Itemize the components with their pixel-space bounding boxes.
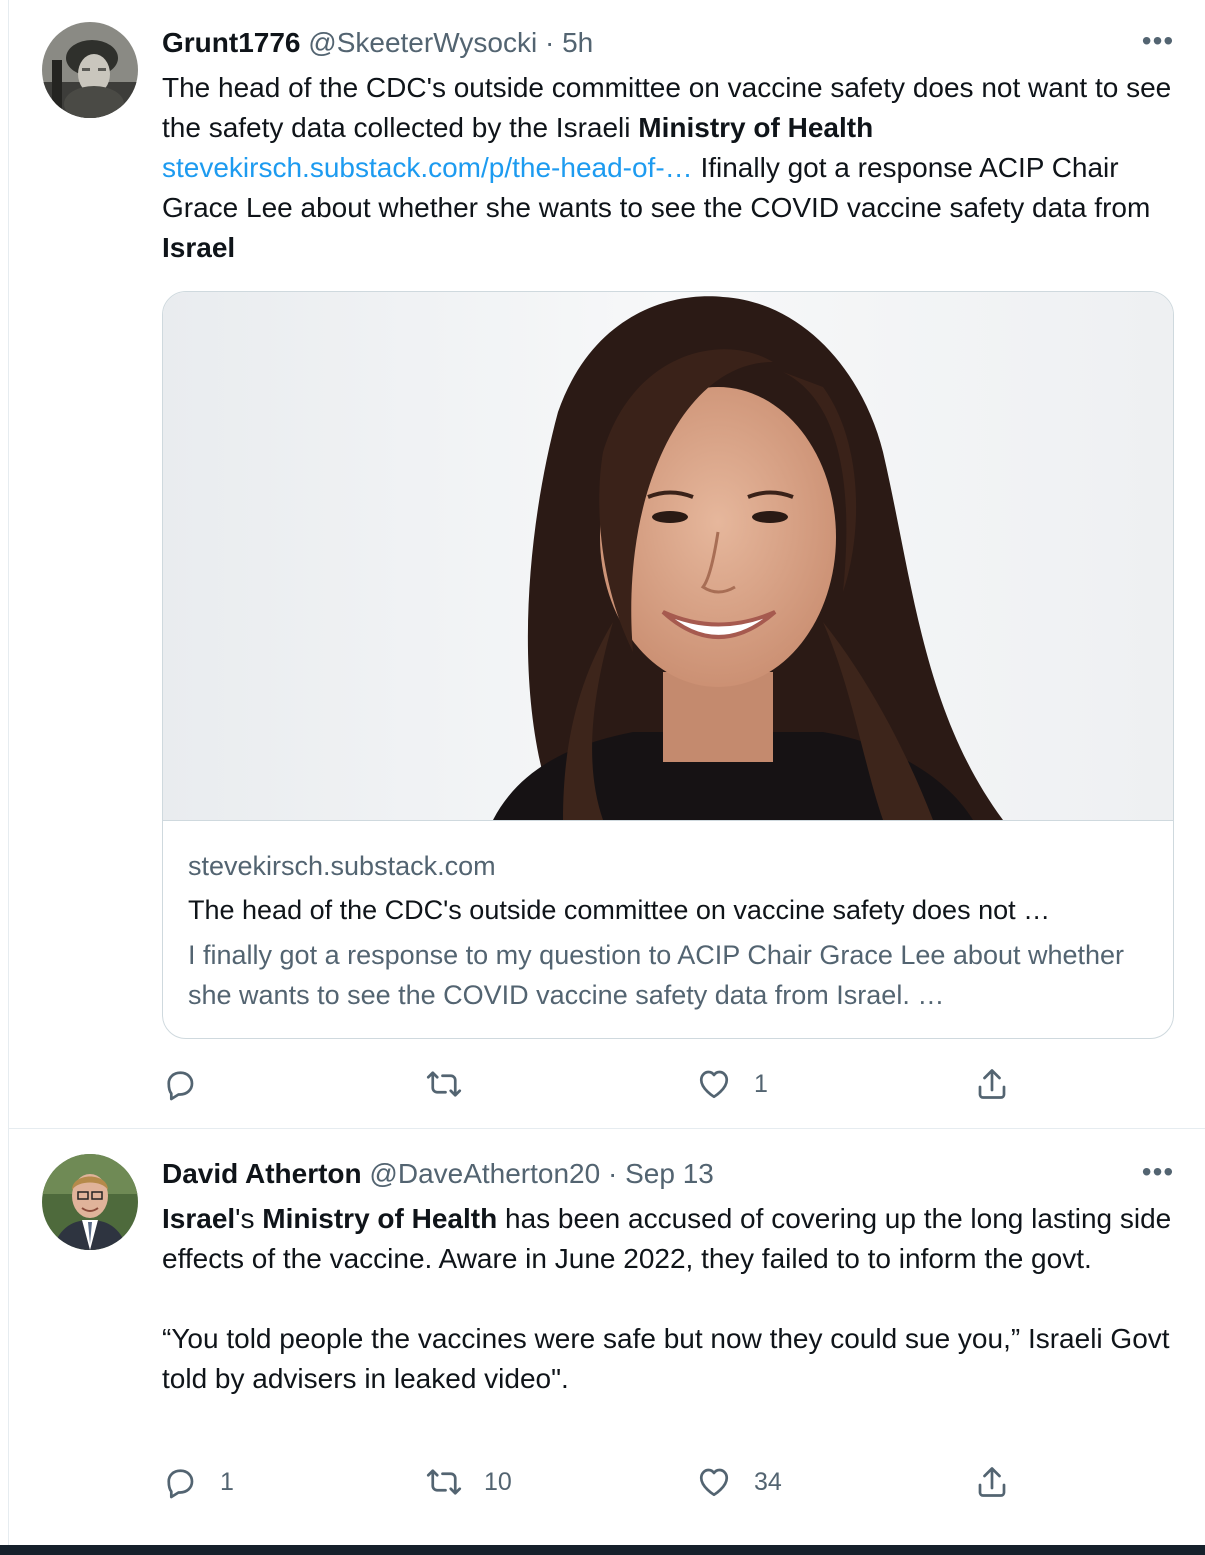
tweet-text: The head of the CDC's outside committee … <box>162 68 1172 268</box>
like-button[interactable]: 34 <box>696 1462 782 1502</box>
tweet-header: David Atherton @DaveAtherton20 · Sep 13 <box>162 1157 714 1191</box>
tweet-link[interactable]: stevekirsch.substack.com/p/the-head-of-… <box>162 152 693 183</box>
tweet-text-bold: Ministry of Health <box>262 1203 498 1234</box>
reply-button[interactable] <box>162 1064 220 1104</box>
more-options-icon[interactable]: ••• <box>1138 26 1178 56</box>
tweet[interactable]: David Atherton @DaveAtherton20 · Sep 13 … <box>9 1129 1205 1545</box>
tweet-text: Israel's Ministry of Health has been acc… <box>162 1199 1172 1399</box>
tweet-text-bold: Ministry of Health <box>638 112 874 143</box>
card-domain: stevekirsch.substack.com <box>188 851 496 881</box>
card-title: The head of the CDC's outside committee … <box>188 895 1051 925</box>
card-image[interactable] <box>163 292 1173 821</box>
share-icon <box>978 1467 1006 1497</box>
like-button[interactable]: 1 <box>696 1064 768 1104</box>
separator: · <box>607 1158 618 1189</box>
avatar-soldier-photo <box>42 22 138 118</box>
tweet-text-bold: Israel <box>162 1203 236 1234</box>
like-count: 1 <box>754 1069 768 1098</box>
share-button[interactable] <box>974 1462 1010 1502</box>
retweet-count: 10 <box>484 1467 512 1496</box>
card-description: I finally got a response to my question … <box>188 940 1125 1010</box>
user-handle[interactable]: @DaveAtherton20 <box>369 1158 600 1189</box>
display-name[interactable]: David Atherton <box>162 1158 362 1189</box>
reply-icon <box>167 1071 194 1101</box>
avatar[interactable] <box>42 1154 138 1250</box>
retweet-icon <box>426 1071 462 1097</box>
tweet-text-bold: Israel <box>162 232 236 263</box>
separator: · <box>544 27 555 58</box>
heart-icon <box>699 1070 729 1099</box>
share-icon <box>978 1069 1006 1099</box>
user-handle[interactable]: @SkeeterWysocki <box>308 27 537 58</box>
tweet-actions: 1 10 34 <box>162 1462 1042 1502</box>
tweet-quote-paragraph: “You told people the vaccines were safe … <box>162 1323 1170 1394</box>
like-count: 34 <box>754 1467 782 1496</box>
timestamp[interactable]: Sep 13 <box>625 1158 714 1189</box>
tweet[interactable]: Grunt1776 @SkeeterWysocki · 5h ••• The h… <box>9 0 1205 1129</box>
timeline-feed: Grunt1776 @SkeeterWysocki · 5h ••• The h… <box>8 0 1205 1545</box>
avatar[interactable] <box>42 22 138 118</box>
reply-button[interactable]: 1 <box>162 1462 234 1502</box>
bottom-bar <box>0 1545 1205 1555</box>
timestamp[interactable]: 5h <box>562 27 593 58</box>
heart-icon <box>699 1468 729 1497</box>
tweet-header: Grunt1776 @SkeeterWysocki · 5h <box>162 26 593 60</box>
share-button[interactable] <box>974 1064 1010 1104</box>
retweet-icon <box>426 1469 462 1495</box>
retweet-button[interactable]: 10 <box>426 1462 512 1502</box>
retweet-button[interactable] <box>426 1064 484 1104</box>
tweet-text-part: 's <box>235 1203 263 1234</box>
portrait-photo <box>163 292 1173 820</box>
reply-icon <box>167 1469 194 1499</box>
more-options-icon[interactable]: ••• <box>1138 1157 1178 1187</box>
avatar-man-photo <box>42 1154 138 1250</box>
reply-count: 1 <box>220 1467 234 1496</box>
tweet-actions: 1 <box>162 1064 1042 1104</box>
link-preview-card[interactable]: stevekirsch.substack.com The head of the… <box>162 291 1174 1039</box>
display-name[interactable]: Grunt1776 <box>162 27 301 58</box>
